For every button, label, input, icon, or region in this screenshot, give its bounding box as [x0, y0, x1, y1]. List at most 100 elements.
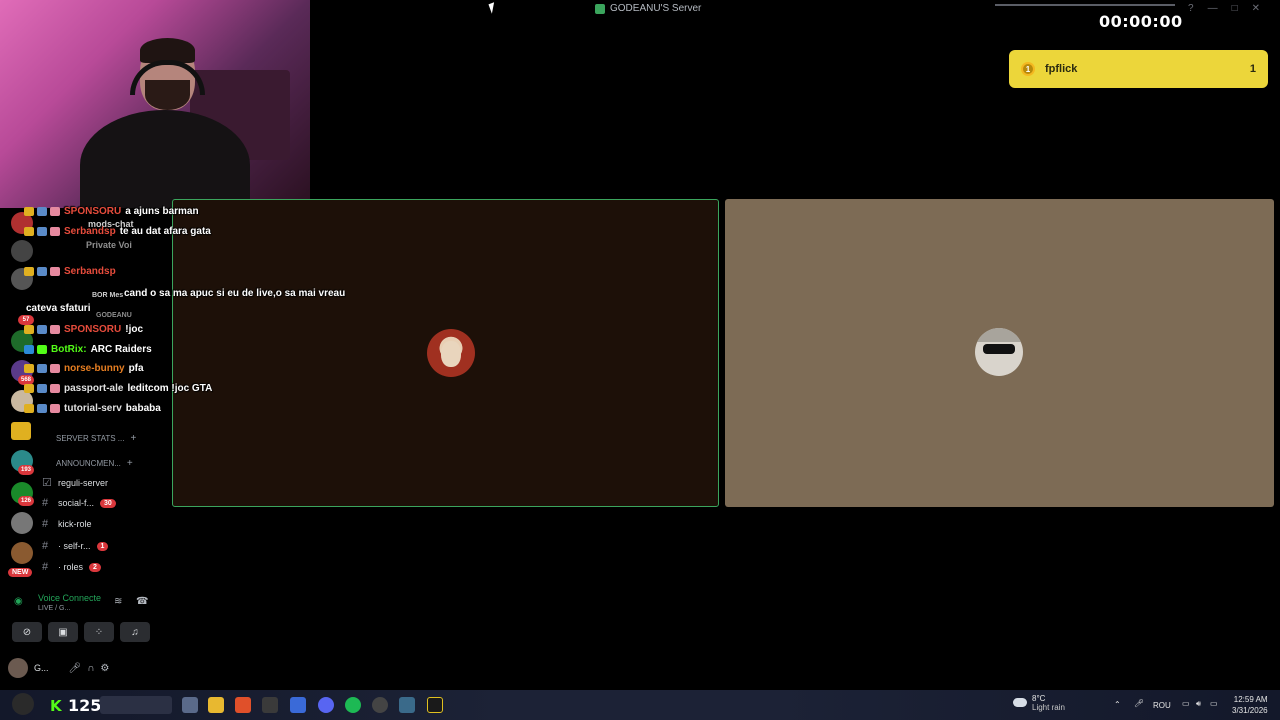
chat-message: GODEANU [96, 312, 132, 319]
user-panel: G... 🎤︎ ∩ ⚙ [8, 654, 158, 682]
guild-icon[interactable] [11, 512, 33, 534]
channel-category[interactable]: ANNOUNCMEN... + [56, 458, 133, 469]
clock-date: 3/31/2026 [1232, 706, 1268, 715]
channel-item[interactable]: # · roles 2 [42, 561, 101, 573]
help-icon[interactable]: ? [1188, 3, 1194, 14]
chat-text: te au dat afara gata [119, 226, 211, 237]
chat-username: GODEANU [96, 312, 132, 319]
clock[interactable]: 12:59 AM 3/31/2026 [1232, 694, 1268, 716]
file-explorer-icon[interactable] [208, 697, 224, 713]
activities-button[interactable]: ⁘ [84, 622, 114, 642]
window-progress-line [995, 4, 1175, 6]
rules-icon: ☑ [42, 477, 52, 489]
discord-icon[interactable] [318, 697, 334, 713]
webcam-feed [0, 0, 310, 208]
channel-item[interactable]: ☑ reguli-server [42, 476, 108, 489]
coin-icon: 1 [1021, 62, 1035, 76]
channel-item[interactable]: # social-f... 30 [42, 497, 116, 509]
avatar-fur [975, 328, 1023, 342]
chat-message: cateva sfaturi [26, 303, 90, 314]
disconnect-icon[interactable]: ☎ [136, 596, 148, 607]
chat-text: a ajuns barman [125, 206, 199, 217]
channel-category[interactable]: SERVER STATS ... + [56, 433, 136, 444]
kick-logo: K [50, 697, 62, 715]
gear-icon[interactable]: ⚙ [100, 663, 109, 674]
hash-icon: # [42, 518, 49, 530]
chat-username: Serbandsp [64, 266, 116, 277]
app-icon[interactable] [262, 697, 278, 713]
participant-avatar-left [427, 329, 475, 377]
plus-icon[interactable]: + [127, 458, 133, 469]
chat-message: Serbandsp [24, 266, 116, 277]
avatar[interactable] [8, 658, 28, 678]
chat-message: tutorial-serv bababa [24, 403, 161, 414]
minimize-icon[interactable]: — [1208, 3, 1218, 14]
voice-subtitle: LIVE / G... [38, 605, 71, 612]
weather-widget[interactable]: 8°C Light rain [1032, 694, 1065, 712]
chat-message: Private Voi [86, 240, 132, 250]
obs-icon[interactable] [372, 697, 388, 713]
hash-icon: # [42, 497, 49, 509]
headphones-icon[interactable]: ∩ [87, 663, 94, 674]
mic-icon[interactable]: 🎤︎ [69, 663, 82, 674]
settings-icon[interactable] [399, 697, 415, 713]
chat-message: SPONSORU !joc [24, 324, 143, 335]
guild-icon[interactable] [11, 542, 33, 564]
guild-badge: 193 [18, 465, 34, 475]
alert-username: fpflick [1045, 63, 1078, 75]
chat-message: SPONSORU a ajuns barman [24, 206, 199, 217]
voice-tile-right[interactable] [725, 199, 1274, 507]
soundboard-button[interactable]: ♫ [120, 622, 150, 642]
taskbar-search[interactable] [100, 696, 172, 714]
battery-icon[interactable]: ▭ [1210, 699, 1218, 708]
noise-suppression-icon[interactable]: ≋ [114, 596, 122, 607]
new-badge: NEW [8, 568, 33, 577]
user-name: G... [34, 663, 49, 673]
chat-username: BotRix: [51, 344, 87, 355]
chat-username: BOR Mes [92, 292, 124, 299]
brave-browser-icon[interactable] [235, 697, 251, 713]
tray-expand-icon[interactable]: ⌃ [1114, 700, 1121, 709]
mouse-cursor [488, 2, 498, 14]
channel-item[interactable]: # · self-r... 1 [42, 540, 109, 552]
network-icon[interactable]: ▭ [1182, 699, 1190, 708]
mic-tray-icon[interactable]: 🎤︎ [1134, 699, 1144, 708]
clock-time: 12:59 AM [1233, 695, 1268, 704]
stream-timer: 00:00:00 [1099, 12, 1183, 31]
chat-text: leditcom !joc GTA [127, 383, 213, 394]
voice-tile-left[interactable] [172, 199, 719, 507]
chat-username: Serbandsp [64, 226, 116, 237]
discord-app-icon [595, 3, 605, 14]
chat-text: pfa [128, 363, 144, 374]
chat-text: !joc [125, 324, 144, 335]
close-icon[interactable]: ✕ [1252, 3, 1260, 14]
plus-icon[interactable]: + [130, 433, 136, 444]
viewer-count: 125 [68, 696, 102, 715]
weather-temp: 8°C [1032, 694, 1046, 703]
hash-icon: # [42, 540, 49, 552]
window-title: GODEANU'S Server [595, 3, 701, 14]
screen-share-button[interactable]: ▣ [48, 622, 78, 642]
unread-badge: 30 [100, 498, 116, 508]
chat-message: Serbandsp te au dat afara gata [24, 226, 211, 237]
rockstar-icon[interactable] [427, 697, 443, 713]
spotify-icon[interactable] [345, 697, 361, 713]
maximize-icon[interactable]: □ [1232, 3, 1238, 14]
chat-username: Private Voi [86, 240, 132, 250]
chat-message: norse-bunny pfa [24, 363, 144, 374]
participant-avatar-right [975, 328, 1023, 376]
chat-message: BotRix: ARC Raiders [24, 344, 152, 355]
avatar-face [441, 341, 461, 367]
input-language[interactable]: ROU [1153, 701, 1171, 710]
volume-icon[interactable]: 🔊︎ [1196, 699, 1201, 709]
camera-button[interactable]: ⊘ [12, 622, 42, 642]
folder-icon[interactable] [11, 422, 31, 440]
guild-icon[interactable] [11, 240, 33, 262]
channel-label: kick-role [58, 519, 92, 529]
task-view-icon[interactable] [182, 697, 198, 713]
store-icon[interactable] [290, 697, 306, 713]
channel-label: · roles [58, 562, 84, 572]
cloud-icon [1013, 698, 1027, 707]
chat-message: BOR Mes [92, 292, 123, 299]
channel-item[interactable]: # kick-role [42, 518, 92, 530]
